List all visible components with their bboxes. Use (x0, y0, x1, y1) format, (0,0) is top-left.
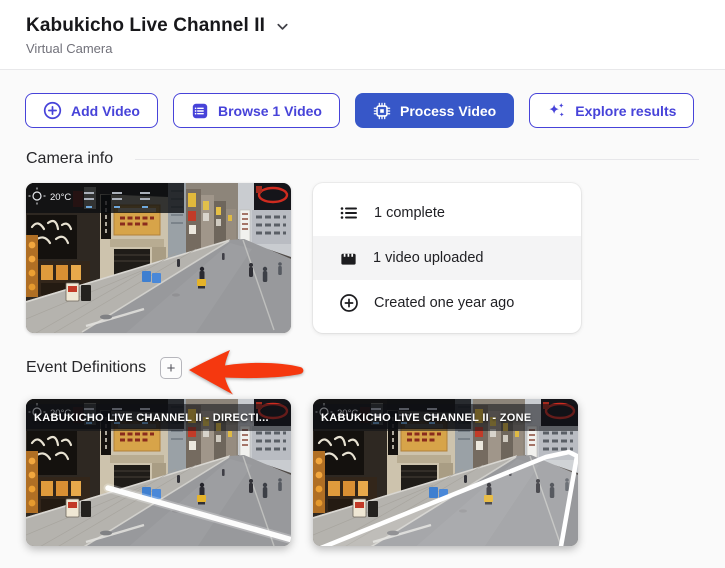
toolbar: Add Video Browse 1 Video Process Video E… (0, 70, 725, 128)
stat-row-created[interactable]: Created one year ago (313, 281, 581, 325)
chip-icon (373, 102, 391, 120)
plus-circle-icon (339, 293, 359, 313)
add-event-definition-button[interactable]: + (160, 357, 182, 379)
camera-info-heading: Camera info (26, 150, 113, 168)
plus-circle-icon (43, 101, 62, 120)
event-definitions-head: Event Definitions + (26, 357, 699, 379)
explore-results-button[interactable]: Explore results (529, 93, 694, 128)
section-divider (135, 159, 699, 160)
process-video-label: Process Video (400, 103, 496, 119)
list-box-icon (191, 102, 209, 120)
camera-type-subtitle: Virtual Camera (26, 41, 699, 56)
event-card-zone[interactable]: KABUKICHO LIVE CHANNEL II - ZONE (313, 399, 578, 546)
event-definitions-heading: Event Definitions (26, 359, 146, 377)
page-header: Kabukicho Live Channel II Virtual Camera (0, 0, 725, 70)
sparkles-icon (547, 101, 566, 120)
browse-videos-label: Browse 1 Video (218, 103, 322, 119)
stat-label: Created one year ago (374, 295, 514, 311)
camera-stream-preview[interactable] (26, 183, 291, 333)
explore-results-label: Explore results (575, 103, 676, 119)
camera-stats-card: 1 complete 1 video uploaded Created one … (313, 183, 581, 333)
film-icon (339, 249, 358, 268)
add-video-button[interactable]: Add Video (25, 93, 158, 128)
event-title: KABUKICHO LIVE CHANNEL II - DIRECTI... (26, 404, 291, 431)
browse-videos-button[interactable]: Browse 1 Video (173, 93, 340, 128)
chevron-down-icon (275, 19, 290, 34)
list-icon (339, 203, 359, 223)
process-video-button[interactable]: Process Video (355, 93, 514, 128)
stat-row-complete[interactable]: 1 complete (313, 191, 581, 235)
stat-row-videos[interactable]: 1 video uploaded (313, 236, 581, 280)
street-scene-illustration (26, 183, 291, 333)
event-title: KABUKICHO LIVE CHANNEL II - ZONE (313, 404, 578, 431)
stat-label: 1 complete (374, 205, 445, 221)
page-title: Kabukicho Live Channel II (26, 15, 265, 37)
event-definitions-row: KABUKICHO LIVE CHANNEL II - DIRECTI... K… (26, 399, 699, 546)
camera-selector[interactable]: Kabukicho Live Channel II (26, 15, 290, 37)
camera-info-row: 1 complete 1 video uploaded Created one … (26, 183, 699, 333)
camera-info-section-head: Camera info (26, 150, 699, 168)
add-video-label: Add Video (71, 103, 140, 119)
stat-label: 1 video uploaded (373, 250, 483, 266)
event-card-direction[interactable]: KABUKICHO LIVE CHANNEL II - DIRECTI... (26, 399, 291, 546)
camera-detail-page: Kabukicho Live Channel II Virtual Camera… (0, 0, 725, 568)
